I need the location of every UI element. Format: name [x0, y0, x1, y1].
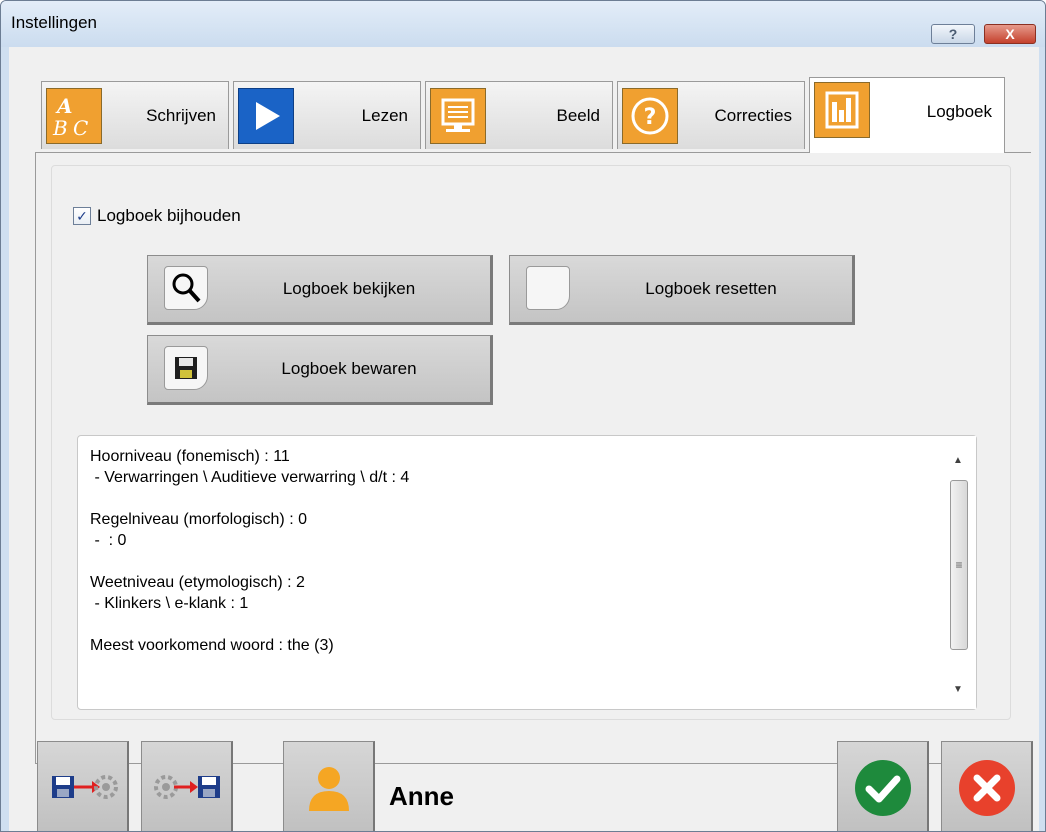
tab-correcties[interactable]: ? Correcties [617, 81, 805, 149]
cancel-icon [958, 759, 1015, 816]
reset-log-button[interactable]: Logboek resetten [509, 255, 855, 325]
log-line: - Verwarringen \ Auditieve verwarring \ … [90, 469, 410, 486]
tab-label: Schrijven [146, 105, 216, 125]
window-title: Instellingen [11, 13, 98, 32]
floppy-disk-icon [164, 346, 208, 390]
keep-log-checkbox-row[interactable]: ✓ Logboek bijhouden [73, 206, 241, 226]
scroll-up-arrow-icon[interactable]: ▲ [940, 446, 976, 474]
scroll-thumb[interactable]: ≡ [950, 480, 968, 650]
save-log-button[interactable]: Logboek bewaren [147, 335, 493, 405]
close-button[interactable]: X [984, 24, 1036, 44]
play-icon [238, 88, 294, 144]
vertical-scrollbar[interactable]: ▲ ≡ ▼ [940, 436, 976, 709]
tab-schrijven[interactable]: A B C Schrijven [41, 81, 229, 149]
cancel-button[interactable] [941, 741, 1033, 831]
log-line: - Klinkers \ e-klank : 1 [90, 595, 249, 612]
bar-chart-icon [814, 82, 870, 138]
svg-text:?: ? [644, 105, 657, 130]
monitor-icon [430, 88, 486, 144]
scroll-down-arrow-icon[interactable]: ▼ [940, 675, 976, 703]
user-button[interactable] [283, 741, 375, 831]
check-icon [854, 759, 911, 816]
svg-text:B: B [52, 116, 68, 140]
log-text: Hoorniveau (fonemisch) : 11 - Verwarring… [90, 446, 930, 656]
log-line: Hoorniveau (fonemisch) : 11 [90, 448, 290, 465]
keep-log-label: Logboek bijhouden [97, 206, 241, 225]
help-button[interactable]: ? [931, 24, 975, 44]
user-name: Anne [389, 781, 454, 811]
ok-button[interactable] [837, 741, 929, 831]
svg-text:A: A [55, 94, 73, 118]
svg-text:C: C [73, 116, 88, 140]
import-settings-button[interactable] [141, 741, 233, 831]
export-settings-button[interactable] [37, 741, 129, 831]
log-line: Meest voorkomend woord : the (3) [90, 637, 334, 654]
log-textbox[interactable]: Hoorniveau (fonemisch) : 11 - Verwarring… [77, 435, 977, 710]
tab-label: Logboek [926, 101, 992, 121]
tab-lezen[interactable]: Lezen [233, 81, 421, 149]
tab-label: Beeld [556, 105, 600, 125]
view-log-label: Logboek bekijken [282, 279, 416, 298]
title-bar[interactable]: Instellingen ? X [1, 1, 1045, 47]
keep-log-checkbox[interactable]: ✓ [73, 207, 91, 225]
log-line: - : 0 [90, 532, 127, 549]
tab-logboek[interactable]: Logboek [809, 77, 1005, 153]
save-log-label: Logboek bewaren [281, 359, 417, 378]
blank-page-icon [526, 266, 570, 310]
view-log-button[interactable]: Logboek bekijken [147, 255, 493, 325]
tab-label: Lezen [361, 105, 408, 125]
tab-beeld[interactable]: Beeld [425, 81, 613, 149]
abc-icon: A B C [46, 88, 102, 144]
log-line: Regelniveau (morfologisch) : 0 [90, 511, 307, 528]
user-icon [308, 766, 349, 811]
export-settings-icon [51, 774, 118, 799]
question-icon: ? [622, 88, 678, 144]
tab-label: Correcties [714, 105, 792, 125]
magnifier-icon [164, 266, 208, 310]
log-line: Weetniveau (etymologisch) : 2 [90, 574, 305, 591]
reset-log-label: Logboek resetten [645, 279, 777, 298]
import-settings-icon [153, 774, 220, 799]
settings-window: Instellingen ? X A B C Schrijven Lezen B… [0, 0, 1046, 832]
